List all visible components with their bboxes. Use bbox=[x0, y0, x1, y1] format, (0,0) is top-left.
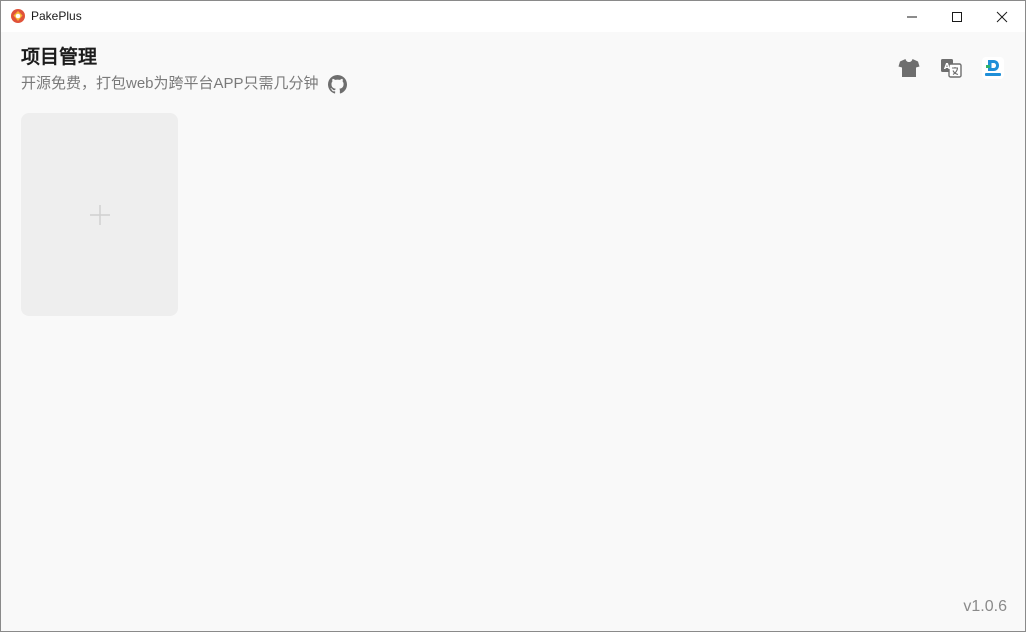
translate-icon[interactable]: A bbox=[939, 56, 963, 80]
page-subtitle: 开源免费，打包web为跨平台APP只需几分钟 bbox=[21, 75, 319, 92]
pakeplus-logo-icon bbox=[11, 9, 25, 23]
svg-text:A: A bbox=[944, 62, 951, 71]
add-project-card[interactable] bbox=[21, 113, 178, 316]
maximize-button[interactable] bbox=[934, 1, 980, 32]
page-title: 项目管理 bbox=[21, 47, 98, 68]
app-badge-icon[interactable] bbox=[981, 56, 1005, 80]
github-icon[interactable] bbox=[327, 74, 347, 94]
main-content: 项目管理 开源免费，打包web为跨平台APP只需几分钟 A v1.0.6 bbox=[1, 32, 1025, 631]
minimize-icon bbox=[907, 16, 917, 17]
subtitle-row: 开源免费，打包web为跨平台APP只需几分钟 bbox=[21, 72, 347, 96]
window-title: PakePlus bbox=[31, 9, 82, 23]
minimize-button[interactable] bbox=[889, 1, 935, 32]
close-button[interactable] bbox=[979, 1, 1025, 32]
shirt-icon[interactable] bbox=[897, 56, 921, 80]
plus-icon bbox=[89, 204, 110, 225]
title-bar: PakePlus bbox=[1, 1, 1025, 32]
version-label: v1.0.6 bbox=[963, 598, 1007, 615]
close-icon bbox=[996, 11, 1008, 22]
maximize-icon bbox=[952, 11, 962, 22]
app-window: PakePlus 项目管理 开源免费，打包web为跨平台APP只需几分钟 A v… bbox=[0, 0, 1026, 632]
